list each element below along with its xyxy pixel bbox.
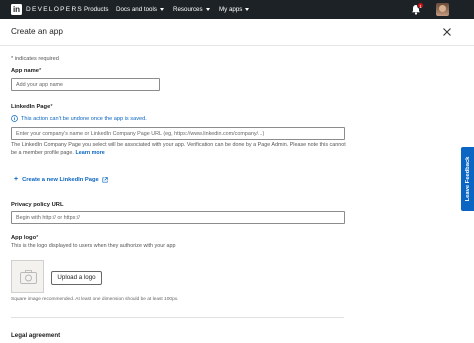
app-name-input[interactable] bbox=[11, 78, 160, 91]
chevron-down-icon bbox=[205, 7, 210, 11]
nav-resources-label: Resources bbox=[173, 6, 203, 13]
brand-text: DEVELOPERS bbox=[26, 6, 84, 13]
avatar[interactable] bbox=[436, 3, 449, 16]
brand-logo[interactable]: in DEVELOPERS bbox=[11, 4, 83, 15]
chevron-down-icon bbox=[245, 7, 250, 11]
app-logo-label-text: App logo bbox=[11, 235, 37, 241]
required-note: * indicates required bbox=[11, 56, 59, 62]
nav-docs-label: Docs and tools bbox=[116, 6, 157, 13]
nav-resources[interactable]: Resources bbox=[173, 5, 210, 14]
app-name-label-text: App name bbox=[11, 68, 40, 74]
legal-agreement-heading: Legal agreement bbox=[11, 332, 61, 339]
leave-feedback-tab[interactable]: Leave Feedback bbox=[461, 147, 474, 211]
create-linkedin-page-link[interactable]: + Create a new LinkedIn Page bbox=[14, 176, 108, 183]
warning-text: This action can't be undone once the app… bbox=[21, 115, 147, 122]
linkedin-page-label-text: LinkedIn Page bbox=[11, 104, 51, 110]
top-nav: in DEVELOPERS Products Docs and tools Re… bbox=[0, 0, 474, 19]
linkedin-page-help-text: The LinkedIn Company Page you select wil… bbox=[11, 142, 346, 156]
irreversible-warning: This action can't be undone once the app… bbox=[11, 115, 147, 122]
privacy-policy-input[interactable] bbox=[11, 211, 345, 224]
logo-size-note: Square image recommended. At least one d… bbox=[11, 297, 179, 302]
nav-products-label: Products bbox=[84, 6, 109, 13]
required-mark: * bbox=[36, 235, 39, 241]
upload-logo-button[interactable]: Upload a logo bbox=[51, 271, 102, 285]
linkedin-page-input[interactable] bbox=[11, 127, 345, 140]
app-logo-help: This is the logo displayed to users when… bbox=[11, 243, 176, 249]
section-divider bbox=[11, 317, 344, 318]
nav-my-apps-label: My apps bbox=[219, 6, 243, 13]
external-link-icon bbox=[102, 176, 108, 183]
privacy-policy-label: Privacy policy URL bbox=[11, 202, 64, 208]
nav-my-apps[interactable]: My apps bbox=[219, 5, 250, 14]
modal-header: Create an app bbox=[0, 19, 474, 46]
feedback-label: Leave Feedback bbox=[464, 156, 471, 202]
required-mark: * bbox=[50, 104, 53, 110]
linkedin-page-help: The LinkedIn Company Page you select wil… bbox=[11, 142, 351, 157]
logo-placeholder bbox=[11, 260, 44, 293]
close-icon[interactable] bbox=[441, 26, 453, 38]
info-icon bbox=[11, 115, 18, 122]
required-mark: * bbox=[39, 68, 42, 74]
linkedin-logo-icon: in bbox=[11, 4, 22, 15]
nav-products[interactable]: Products bbox=[84, 5, 108, 14]
page-title: Create an app bbox=[11, 27, 63, 36]
notification-badge: 1 bbox=[417, 2, 424, 9]
linkedin-page-label: LinkedIn Page* bbox=[11, 104, 53, 110]
nav-docs-and-tools[interactable]: Docs and tools bbox=[116, 5, 164, 14]
app-logo-label: App logo* bbox=[11, 235, 38, 241]
learn-more-link[interactable]: Learn more bbox=[75, 150, 104, 156]
camera-icon bbox=[20, 270, 37, 284]
create-link-label: Create a new LinkedIn Page bbox=[22, 176, 99, 183]
plus-icon: + bbox=[14, 176, 19, 183]
app-name-label: App name* bbox=[11, 68, 41, 74]
chevron-down-icon bbox=[159, 7, 164, 11]
